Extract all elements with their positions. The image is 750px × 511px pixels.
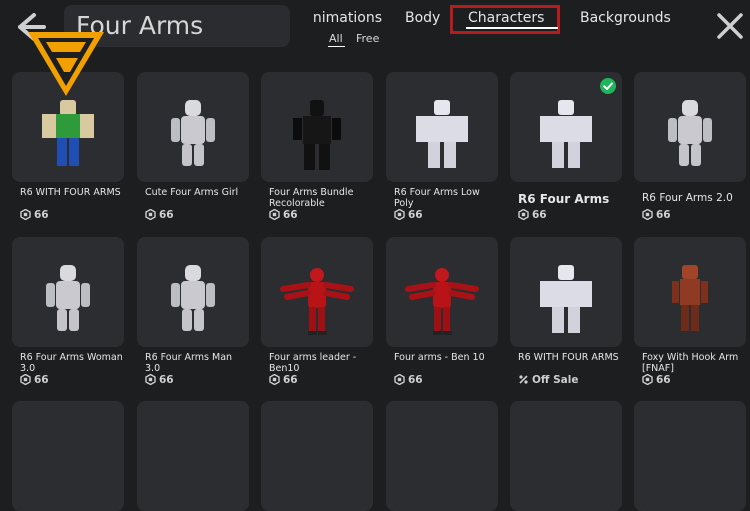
catalog-item-card[interactable]	[510, 401, 622, 511]
avatar-figure	[672, 265, 708, 331]
item-price: 66	[518, 208, 547, 221]
robux-icon	[20, 373, 31, 386]
item-thumbnail[interactable]	[137, 237, 249, 347]
item-name: Cute Four Arms Girl	[145, 187, 239, 198]
avatar-figure	[171, 265, 215, 331]
avatar-figure	[171, 100, 215, 166]
item-price: 66	[394, 373, 423, 386]
catalog-item-card[interactable]	[12, 401, 124, 511]
item-price-value: Off Sale	[532, 374, 579, 386]
robux-icon	[394, 373, 405, 386]
avatar-figure	[416, 100, 468, 168]
owned-check-icon	[600, 78, 616, 94]
item-thumbnail[interactable]	[634, 237, 746, 347]
catalog-item-card[interactable]: Cute Four Arms Girl 66	[137, 72, 249, 232]
item-price-value: 66	[34, 374, 49, 386]
item-price: 66	[642, 373, 671, 386]
avatar-figure	[280, 268, 354, 335]
robux-icon	[269, 373, 280, 386]
item-price-value: 66	[283, 209, 298, 221]
robux-icon	[145, 373, 156, 386]
item-name: R6 WITH FOUR ARMS	[518, 352, 619, 363]
catalog-item-card[interactable]	[137, 401, 249, 511]
item-name: R6 Four Arms Man 3.0	[145, 352, 233, 374]
item-thumbnail[interactable]	[510, 401, 622, 511]
item-name: R6 WITH FOUR ARMS	[20, 187, 121, 198]
item-price-value: 66	[656, 374, 671, 386]
item-price: 66	[145, 373, 174, 386]
item-price: 66	[20, 373, 49, 386]
item-price-value: 66	[656, 209, 671, 221]
catalog-grid: R6 WITH FOUR ARMS 66 Cute Four Arms Girl 66…	[0, 0, 750, 511]
item-price: 66	[394, 208, 423, 221]
item-thumbnail[interactable]	[12, 401, 124, 511]
item-price-value: 66	[408, 209, 423, 221]
item-price: 66	[269, 373, 298, 386]
item-price-value: 66	[34, 209, 49, 221]
catalog-item-card[interactable]: R6 Four Arms 2.0 66	[634, 72, 746, 232]
item-name: Four Arms Bundle Recolorable	[269, 187, 354, 209]
avatar-figure	[405, 268, 479, 335]
item-price: 66	[269, 208, 298, 221]
catalog-item-card[interactable]: Four arms leader - Ben10 66	[261, 237, 373, 397]
item-thumbnail[interactable]	[12, 237, 124, 347]
item-name: R6 Four Arms Woman 3.0	[20, 352, 123, 374]
item-thumbnail[interactable]	[137, 401, 249, 511]
item-price-value: 66	[159, 374, 174, 386]
item-name: R6 Four Arms Low Poly	[394, 187, 480, 209]
item-price-value: 66	[159, 209, 174, 221]
robux-icon	[394, 208, 405, 221]
item-thumbnail[interactable]	[261, 401, 373, 511]
catalog-item-card[interactable]: Foxy With Hook Arm [FNAF] 66	[634, 237, 746, 397]
robux-icon	[145, 208, 156, 221]
item-price-value: 66	[408, 374, 423, 386]
catalog-item-card[interactable]: R6 Four Arms Man 3.0 66	[137, 237, 249, 397]
item-thumbnail[interactable]	[510, 237, 622, 347]
catalog-item-card[interactable]: R6 Four Arms 66	[510, 72, 622, 232]
robux-icon	[642, 373, 653, 386]
item-name: R6 Four Arms 2.0	[642, 192, 733, 204]
item-price: 66	[642, 208, 671, 221]
item-price-value: 66	[532, 209, 547, 221]
catalog-item-card[interactable]: Four Arms Bundle Recolorable 66	[261, 72, 373, 232]
item-price: 66	[20, 208, 49, 221]
robux-icon	[20, 208, 31, 221]
robux-icon	[518, 208, 529, 221]
item-name: R6 Four Arms	[518, 192, 610, 206]
catalog-item-card[interactable]: Four arms - Ben 10 66	[386, 237, 498, 397]
avatar-figure	[540, 265, 592, 333]
catalog-item-card[interactable]	[386, 401, 498, 511]
item-price: Off Sale	[518, 374, 578, 386]
channel-logo-icon	[28, 32, 104, 96]
item-thumbnail[interactable]	[386, 401, 498, 511]
robux-icon	[269, 208, 280, 221]
item-thumbnail[interactable]	[386, 237, 498, 347]
item-name: Four arms - Ben 10	[394, 352, 485, 363]
item-thumbnail[interactable]	[386, 72, 498, 182]
catalog-item-card[interactable]	[261, 401, 373, 511]
avatar-figure	[293, 100, 341, 170]
catalog-item-card[interactable]: R6 Four Arms Low Poly 66	[386, 72, 498, 232]
item-thumbnail[interactable]	[137, 72, 249, 182]
catalog-item-card[interactable]: R6 WITH FOUR ARMS Off Sale	[510, 237, 622, 397]
avatar-figure	[46, 265, 90, 331]
item-thumbnail[interactable]	[634, 401, 746, 511]
catalog-item-card[interactable]: R6 Four Arms Woman 3.0 66	[12, 237, 124, 397]
item-name: Foxy With Hook Arm [FNAF]	[642, 352, 739, 374]
avatar-figure	[668, 100, 712, 166]
item-thumbnail[interactable]	[261, 72, 373, 182]
item-thumbnail[interactable]	[261, 237, 373, 347]
off-sale-icon	[519, 375, 528, 384]
item-thumbnail[interactable]	[634, 72, 746, 182]
robux-icon	[642, 208, 653, 221]
item-price: 66	[145, 208, 174, 221]
catalog-item-card[interactable]	[634, 401, 746, 511]
item-thumbnail[interactable]	[510, 72, 622, 182]
item-name: Four arms leader - Ben10	[269, 352, 357, 374]
item-price-value: 66	[283, 374, 298, 386]
